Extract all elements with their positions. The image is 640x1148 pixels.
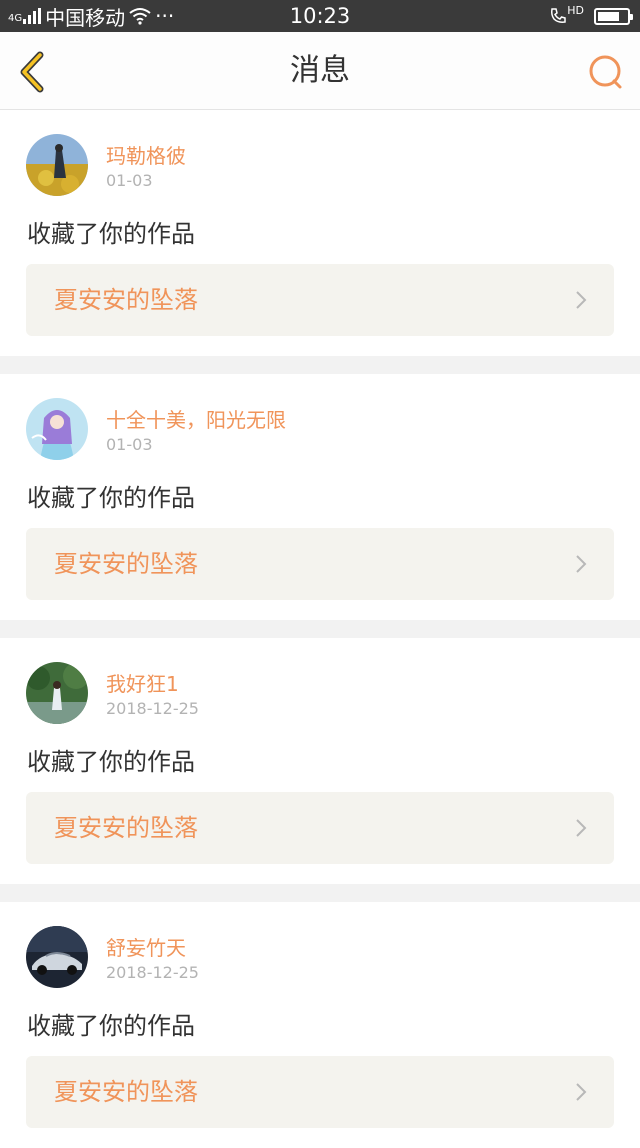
- chevron-right-icon: [576, 555, 587, 573]
- work-title: 夏安安的坠落: [54, 814, 198, 842]
- message-date: 01-03: [106, 171, 153, 190]
- page-title: 消息: [290, 53, 350, 88]
- work-title: 夏安安的坠落: [54, 286, 198, 314]
- message-action: 收藏了你的作品: [27, 220, 195, 248]
- work-link[interactable]: 夏安安的坠落: [26, 264, 614, 336]
- work-link[interactable]: 夏安安的坠落: [26, 1056, 614, 1128]
- message-item: 舒妄竹天 2018-12-25 收藏了你的作品 夏安安的坠落: [0, 902, 640, 1148]
- message-date: 2018-12-25: [106, 963, 199, 982]
- chevron-right-icon: [576, 819, 587, 837]
- header-bar: 消息: [0, 32, 640, 110]
- divider: [0, 620, 640, 638]
- username[interactable]: 我好狂1: [106, 668, 179, 697]
- username[interactable]: 十全十美，阳光无限: [106, 404, 286, 433]
- divider: [0, 884, 640, 902]
- battery-icon: [594, 7, 633, 25]
- message-action: 收藏了你的作品: [27, 1012, 195, 1040]
- status-bar: 4G 中国移动 ··· 10:23 HD: [0, 0, 640, 32]
- username[interactable]: 舒妄竹天: [106, 932, 186, 961]
- avatar[interactable]: [26, 134, 88, 196]
- message-action: 收藏了你的作品: [27, 484, 195, 512]
- message-item: 我好狂1 2018-12-25 收藏了你的作品 夏安安的坠落: [0, 638, 640, 884]
- message-date: 01-03: [106, 435, 153, 454]
- avatar[interactable]: [26, 398, 88, 460]
- avatar[interactable]: [26, 662, 88, 724]
- search-icon[interactable]: [586, 52, 626, 92]
- hd-label: HD: [567, 3, 584, 17]
- work-title: 夏安安的坠落: [54, 550, 198, 578]
- work-title: 夏安安的坠落: [54, 1078, 198, 1106]
- status-right: HD: [549, 0, 633, 32]
- chevron-right-icon: [576, 291, 587, 309]
- message-item: 十全十美，阳光无限 01-03 收藏了你的作品 夏安安的坠落: [0, 374, 640, 620]
- chevron-right-icon: [576, 1083, 587, 1101]
- avatar[interactable]: [26, 926, 88, 988]
- divider: [0, 356, 640, 374]
- username[interactable]: 玛勒格彼: [106, 140, 186, 169]
- message-action: 收藏了你的作品: [27, 748, 195, 776]
- status-time: 10:23: [289, 4, 351, 28]
- hd-call-icon: HD: [549, 3, 584, 25]
- message-date: 2018-12-25: [106, 699, 199, 718]
- work-link[interactable]: 夏安安的坠落: [26, 528, 614, 600]
- message-item: 玛勒格彼 01-03 收藏了你的作品 夏安安的坠落: [0, 110, 640, 356]
- work-link[interactable]: 夏安安的坠落: [26, 792, 614, 864]
